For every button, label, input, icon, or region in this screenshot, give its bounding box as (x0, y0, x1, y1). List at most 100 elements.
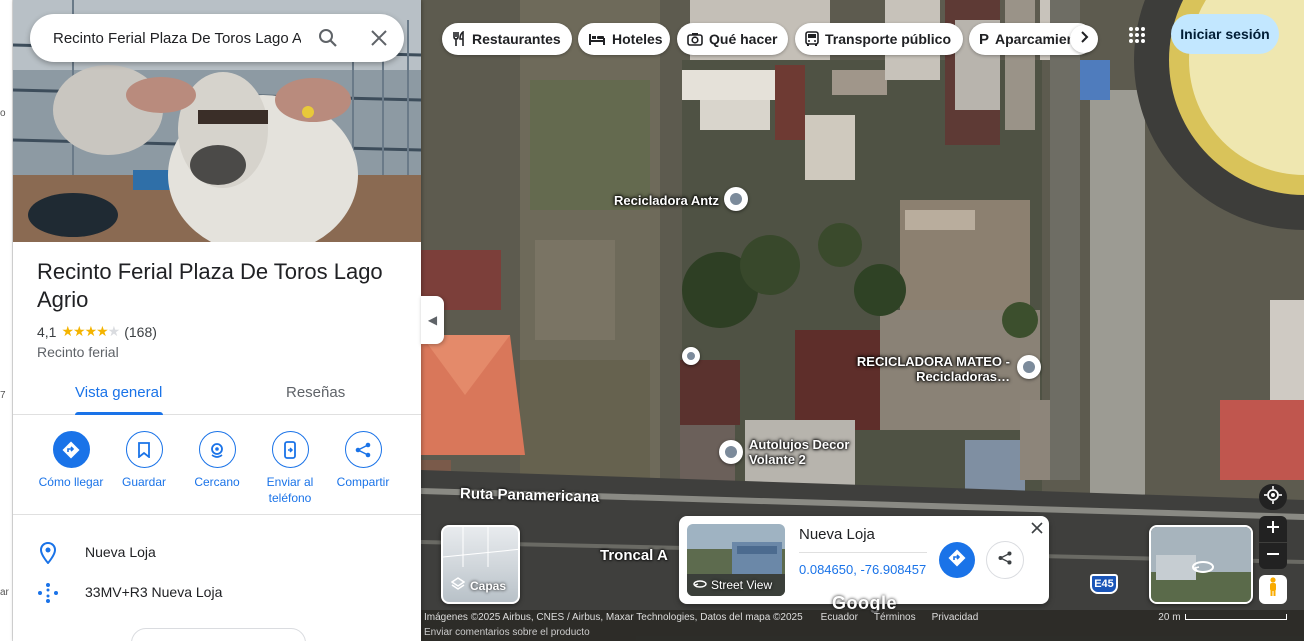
poi-pin-autolujos[interactable] (719, 440, 743, 464)
search-input[interactable]: Recinto Ferial Plaza De Toros Lago Agrio (53, 30, 301, 47)
star-rating-icon[interactable]: ★★★★★ (61, 323, 120, 340)
share-button[interactable]: Compartir (326, 431, 400, 490)
feedback-link[interactable]: Enviar comentarios sobre el producto (421, 624, 1304, 641)
nearby-label: Cercano (194, 475, 240, 489)
imagery-attribution: Imágenes ©2025 Airbus, CNES / Airbus, Ma… (424, 611, 803, 623)
search-icon[interactable] (316, 26, 340, 50)
plus-code-row[interactable]: 33MV+R3 Nueva Loja (13, 572, 421, 612)
road-label-troncal: Troncal A (600, 547, 668, 564)
chip-things-to-do[interactable]: Qué hacer (677, 23, 788, 55)
apps-grid-icon[interactable] (1124, 22, 1150, 48)
send-to-phone-label: Enviar al teléfono (266, 475, 314, 505)
save-button[interactable]: Guardar (107, 431, 181, 490)
stars-filled: ★★★★ (61, 323, 108, 339)
location-coordinates[interactable]: 0.084650, -76.908457 (799, 562, 926, 577)
send-to-phone-button[interactable]: Enviar al teléfono (253, 431, 327, 506)
action-row: Cómo llegar Guardar Cercano Enviar al te… (13, 431, 421, 515)
street-view-icon (693, 577, 707, 592)
nearby-button[interactable]: Cercano (180, 431, 254, 490)
sign-in-button[interactable]: Iniciar sesión (1171, 14, 1279, 54)
active-tab-indicator (75, 412, 163, 415)
poi-pin-small[interactable] (682, 347, 700, 365)
save-label: Guardar (121, 475, 167, 489)
bus-icon (805, 31, 819, 47)
close-icon[interactable] (367, 26, 391, 50)
chip-label: Qué hacer (709, 31, 778, 47)
place-title: Recinto Ferial Plaza De Toros Lago Agrio (37, 259, 383, 312)
share-icon (344, 431, 382, 468)
poi-label-autolujos[interactable]: Autolujos Decor Volante 2 (749, 437, 859, 467)
place-tabs: Vista general Reseñas (13, 372, 421, 415)
restaurant-icon (452, 31, 466, 47)
highway-shield-e45: E45 (1090, 574, 1118, 594)
poi-pin-recicladora-mateo[interactable] (1017, 355, 1041, 379)
reviews-count[interactable]: (168) (124, 324, 157, 340)
chip-hotels[interactable]: Hoteles (578, 23, 670, 55)
left-strip-char: o (0, 108, 6, 119)
rating-value: 4,1 (37, 323, 57, 340)
search-box[interactable]: Recinto Ferial Plaza De Toros Lago Agrio (30, 14, 404, 62)
location-name: Nueva Loja (799, 526, 875, 543)
road-label-ruta-panamericana: Ruta Panamericana (459, 485, 600, 506)
send-to-phone-icon (271, 431, 309, 468)
tab-overview[interactable]: Vista general (75, 384, 162, 401)
terms-link[interactable]: Términos (874, 612, 916, 623)
left-strip-char: 7 (0, 390, 6, 401)
card-directions-button[interactable] (939, 542, 975, 578)
poi-label-recicladora-mateo[interactable]: RECICLADORA MATEO - Recicladoras… (856, 354, 1010, 384)
location-pin-icon (37, 542, 59, 564)
poi-label-recicladora-antz[interactable]: Recicladora Antz (614, 193, 719, 208)
plus-code-text: 33MV+R3 Nueva Loja (85, 584, 223, 600)
chevron-left-icon: ◀ (427, 313, 438, 327)
address-row[interactable]: Nueva Loja (13, 532, 421, 572)
street-view-caption: Street View (693, 577, 772, 592)
scale-label[interactable]: 20 m (1158, 612, 1180, 623)
street-view-preview-button[interactable] (1149, 525, 1253, 604)
layers-label: Capas (470, 578, 507, 593)
layers-caption: Capas (450, 577, 507, 594)
street-view-label: Street View (711, 577, 773, 592)
card-share-button[interactable] (986, 541, 1024, 579)
chip-label: Restaurantes (472, 31, 561, 47)
zoom-in-button[interactable] (1259, 516, 1287, 542)
chips-next-button[interactable] (1070, 25, 1098, 53)
chip-label: Hoteles (612, 31, 663, 47)
plus-code-icon (37, 582, 59, 604)
chevron-right-icon (1079, 30, 1089, 48)
layers-button[interactable]: Capas (441, 525, 520, 604)
pegman-icon (1267, 577, 1279, 602)
directions-icon (948, 549, 966, 572)
layers-icon (450, 577, 466, 594)
location-card: Street View Nueva Loja 0.084650, -76.908… (679, 516, 1049, 604)
rating-row: 4,1 ★★★★★ (168) (37, 323, 157, 340)
plus-icon (1266, 520, 1280, 539)
street-view-panorama (1151, 527, 1251, 602)
share-icon (997, 550, 1013, 571)
chip-public-transit[interactable]: Transporte público (795, 23, 963, 55)
chip-label: Transporte público (825, 31, 952, 47)
card-close-icon[interactable] (1029, 520, 1045, 536)
share-label: Compartir (336, 475, 390, 489)
map-footer: Imágenes ©2025 Airbus, CNES / Airbus, Ma… (421, 610, 1304, 624)
scale-bar[interactable] (1184, 614, 1287, 620)
left-edge-strip: o 7 ar (0, 0, 13, 641)
poi-pin-recicladora-antz[interactable] (724, 187, 748, 211)
minus-icon (1266, 547, 1280, 566)
nearby-icon (198, 431, 236, 468)
privacy-link[interactable]: Privacidad (932, 612, 979, 623)
collapse-panel-button[interactable]: ◀ (421, 296, 444, 344)
directions-button[interactable]: Cómo llegar (34, 431, 108, 490)
tab-reviews[interactable]: Reseñas (286, 384, 345, 401)
partial-button[interactable] (131, 628, 306, 641)
directions-label: Cómo llegar (38, 475, 104, 489)
pegman-button[interactable] (1259, 575, 1287, 604)
my-location-button[interactable] (1259, 484, 1287, 510)
country-label[interactable]: Ecuador (821, 612, 858, 623)
left-strip-char: ar (0, 587, 9, 598)
zoom-out-button[interactable] (1259, 543, 1287, 569)
crosshair-icon (1264, 485, 1282, 509)
divider (799, 552, 927, 553)
place-category[interactable]: Recinto ferial (37, 344, 119, 360)
chip-restaurants[interactable]: Restaurantes (442, 23, 572, 55)
place-panel: Recinto Ferial Plaza De Toros Lago Agrio… (13, 0, 421, 641)
